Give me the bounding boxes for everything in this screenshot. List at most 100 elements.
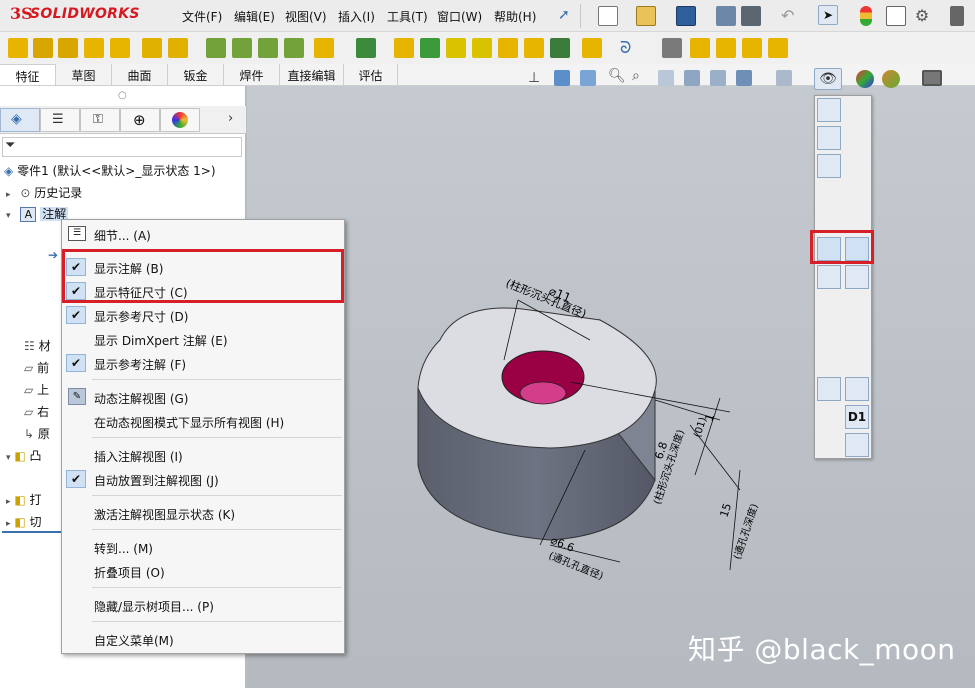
view-routing-points-icon[interactable] <box>817 377 841 401</box>
delete-body-icon[interactable] <box>768 38 788 58</box>
view-cameras-icon[interactable] <box>817 349 841 373</box>
tree-item-front-plane[interactable]: ▱ 前 <box>24 359 49 376</box>
draft-icon[interactable] <box>420 38 440 58</box>
rollback-bar[interactable] <box>2 531 62 533</box>
tree-item-origin[interactable]: ↳ 原 <box>24 425 50 442</box>
view-center-of-mass-icon[interactable] <box>845 433 869 457</box>
expand-arrow-icon[interactable]: ▸ <box>6 497 11 507</box>
menu-view[interactable]: 视图(V) <box>285 8 327 25</box>
view-weld-beads-icon[interactable] <box>817 405 841 429</box>
split-icon[interactable] <box>690 38 710 58</box>
view-3d-sketch-planes-icon[interactable] <box>845 293 869 317</box>
monitor-icon[interactable] <box>922 70 942 86</box>
lofted-cut-icon[interactable] <box>258 38 278 58</box>
display-style-icon[interactable] <box>710 70 726 86</box>
view-points-icon[interactable] <box>845 154 869 178</box>
tree-item-annotations[interactable]: ▾ A 注解 <box>6 205 69 222</box>
dynamic-annotation-view-icon[interactable] <box>658 70 674 86</box>
new-document-icon[interactable] <box>598 6 618 26</box>
view-axes-icon[interactable] <box>817 126 841 150</box>
view-sketches-icon[interactable] <box>817 293 841 317</box>
menu-item-hide-show-tree[interactable]: 隐藏/显示树项目... (P) <box>62 594 344 616</box>
view-lights-bulb-icon[interactable] <box>845 321 869 345</box>
property-manager-tab[interactable]: ☰ <box>40 108 80 132</box>
view-temporary-axes-icon[interactable] <box>845 126 869 150</box>
expand-arrow-icon[interactable]: ▸ <box>6 519 11 529</box>
tree-item-hole[interactable]: ▸ ◧ 打 <box>6 491 42 508</box>
expand-arrow-icon[interactable]: ▸ <box>6 190 11 200</box>
feature-manager-tab[interactable]: ◈ <box>0 108 40 132</box>
menu-item-goto[interactable]: 转到... (M) <box>62 536 344 558</box>
instant3d-icon[interactable] <box>662 38 682 58</box>
sweep-boss-icon[interactable] <box>58 38 78 58</box>
intersect-icon[interactable] <box>498 38 518 58</box>
zoom-area-icon[interactable] <box>554 70 570 86</box>
chevron-right-icon[interactable]: › <box>228 111 233 126</box>
revolve-cut-icon[interactable] <box>206 38 226 58</box>
apply-scene-icon[interactable] <box>856 70 874 88</box>
menu-item-dynamic-annotation-view[interactable]: ✎ 动态注解视图 (G) <box>62 386 344 408</box>
curves-icon[interactable]: ᘐ <box>620 40 640 60</box>
zoom-to-fit-icon[interactable]: ⊥ <box>528 70 540 86</box>
gear-icon[interactable]: ⚙ <box>912 6 932 26</box>
menu-edit[interactable]: 编辑(E) <box>234 8 275 25</box>
traffic-light-icon[interactable] <box>860 6 872 26</box>
edit-appearance-icon[interactable] <box>776 70 792 86</box>
tab-weldments[interactable]: 焊件 <box>224 64 280 85</box>
tree-filter-input[interactable]: ⏷ <box>2 137 242 157</box>
pin-icon[interactable]: ➚ <box>558 7 570 23</box>
plane-icon[interactable] <box>582 38 602 58</box>
view-sketch-relations-icon[interactable] <box>817 265 841 289</box>
boundary-boss-icon[interactable] <box>110 38 130 58</box>
linear-pattern-icon[interactable] <box>356 38 376 58</box>
view-grid-icon[interactable] <box>817 321 841 345</box>
extrude-boss-icon[interactable] <box>8 38 28 58</box>
display-manager-tab[interactable] <box>160 108 200 132</box>
panel-grip[interactable]: ○ <box>118 90 127 101</box>
dimxpert-manager-tab[interactable]: ⊕ <box>120 108 160 132</box>
configuration-manager-tab[interactable]: ⚿ <box>80 108 120 132</box>
menu-file[interactable]: 文件(F) <box>182 8 222 25</box>
view-origins-icon[interactable] <box>817 154 841 178</box>
menu-item-auto-place[interactable]: ✔ 自动放置到注解视图 (J) <box>62 468 344 490</box>
tab-features[interactable]: 特征 <box>0 64 56 85</box>
open-folder-icon[interactable] <box>636 6 656 26</box>
menu-item-show-reference-annotations[interactable]: ✔ 显示参考注解 (F) <box>62 352 344 374</box>
view-coordinate-systems-icon[interactable] <box>817 182 841 206</box>
view-planes-icon[interactable] <box>817 98 841 122</box>
magnifier-icon[interactable]: 🔍︎ <box>608 68 626 84</box>
undo-icon[interactable]: ↶ <box>781 8 801 28</box>
previous-view-icon[interactable] <box>580 70 596 86</box>
extrude-cut-icon[interactable] <box>142 38 162 58</box>
view-sketch-planes-icon[interactable] <box>845 98 869 122</box>
save-icon[interactable] <box>676 6 696 26</box>
view-settings-icon[interactable] <box>882 70 900 88</box>
combine-icon[interactable] <box>742 38 762 58</box>
hole-wizard-icon[interactable] <box>168 38 188 58</box>
tab-evaluate[interactable]: 评估 <box>344 64 398 85</box>
wrap-icon[interactable] <box>472 38 492 58</box>
tree-item-top-plane[interactable]: ▱ 上 <box>24 381 49 398</box>
tab-sheet-metal[interactable]: 钣金 <box>168 64 224 85</box>
menu-item-details[interactable]: ☰ 细节... (A) <box>62 223 344 245</box>
tree-item-right-plane[interactable]: ▱ 右 <box>24 403 49 420</box>
view-parts-icon[interactable] <box>845 377 869 401</box>
loft-boss-icon[interactable] <box>84 38 104 58</box>
collapse-arrow-icon[interactable]: ▾ <box>6 211 11 221</box>
eye-visibility-icon[interactable]: 👁︎ <box>814 68 842 90</box>
view-decals-icon[interactable] <box>845 349 869 373</box>
print-icon[interactable] <box>741 6 761 26</box>
tab-surfaces[interactable]: 曲面 <box>112 64 168 85</box>
menu-help[interactable]: 帮助(H) <box>494 8 536 25</box>
menu-item-insert-annotation-view[interactable]: 插入注解视图 (I) <box>62 444 344 466</box>
tree-item-history[interactable]: ▸ ⊙ 历史记录 <box>6 184 82 201</box>
view-all-types-icon[interactable] <box>817 433 841 457</box>
boundary-cut-icon[interactable] <box>284 38 304 58</box>
view-sketch-dimensions-icon[interactable] <box>845 265 869 289</box>
menu-item-collapse-items[interactable]: 折叠项目 (O) <box>62 560 344 582</box>
tree-item-cut[interactable]: ▸ ◧ 切 <box>6 513 42 530</box>
part-model-view[interactable]: ⌀11 (柱形沉头孔直径) 1 (01) 6.8 (柱形沉头孔深度) 15 (通… <box>400 270 760 600</box>
tree-item-material[interactable]: ☷ 材 <box>24 337 51 354</box>
fillet-icon[interactable] <box>314 38 334 58</box>
move-copy-icon[interactable] <box>716 38 736 58</box>
